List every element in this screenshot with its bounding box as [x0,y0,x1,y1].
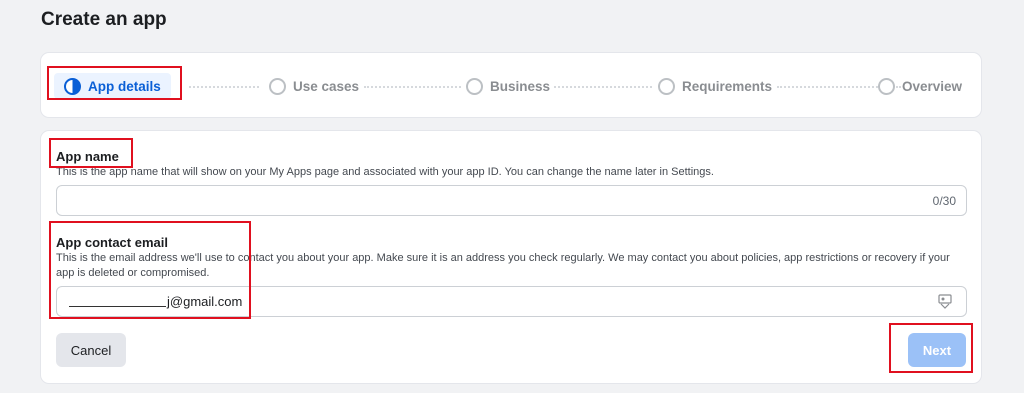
contact-email-help: This is the email address we'll use to c… [56,252,950,279]
password-manager-icon[interactable] [938,294,952,309]
step-connector [554,86,652,88]
app-name-help: This is the app name that will show on y… [56,166,714,178]
empty-circle-icon [466,77,483,95]
contact-email-input[interactable]: j@gmail.com [56,286,967,317]
contact-email-label: App contact email [56,235,168,250]
stepper: App details Use cases Business Requireme… [41,53,981,117]
email-value: j@gmail.com [167,294,243,309]
step-connector [189,86,259,88]
step-connector [364,86,461,88]
step-label: Business [490,78,551,94]
step-requirements[interactable]: Requirements [658,73,772,99]
step-app-details[interactable]: App details [54,73,171,99]
empty-circle-icon [269,77,286,95]
step-label: Use cases [293,78,360,94]
app-name-label: App name [56,149,119,164]
next-button[interactable]: Next [908,333,966,367]
page-title: Create an app [41,9,167,30]
step-label: App details [88,78,161,94]
app-form: App name This is the app name that will … [41,131,981,383]
cancel-button[interactable]: Cancel [56,333,126,367]
half-circle-progress-icon [64,77,81,95]
empty-circle-icon [878,77,895,95]
step-label: Overview [902,78,963,94]
step-overview[interactable]: Overview [878,73,962,99]
app-name-input[interactable]: 0/30 [56,185,967,216]
step-use-cases[interactable]: Use cases [269,73,359,99]
char-counter: 0/30 [932,194,956,208]
step-business[interactable]: Business [466,73,550,99]
redacted-text [69,306,166,307]
empty-circle-icon [658,77,675,95]
step-label: Requirements [682,78,773,94]
